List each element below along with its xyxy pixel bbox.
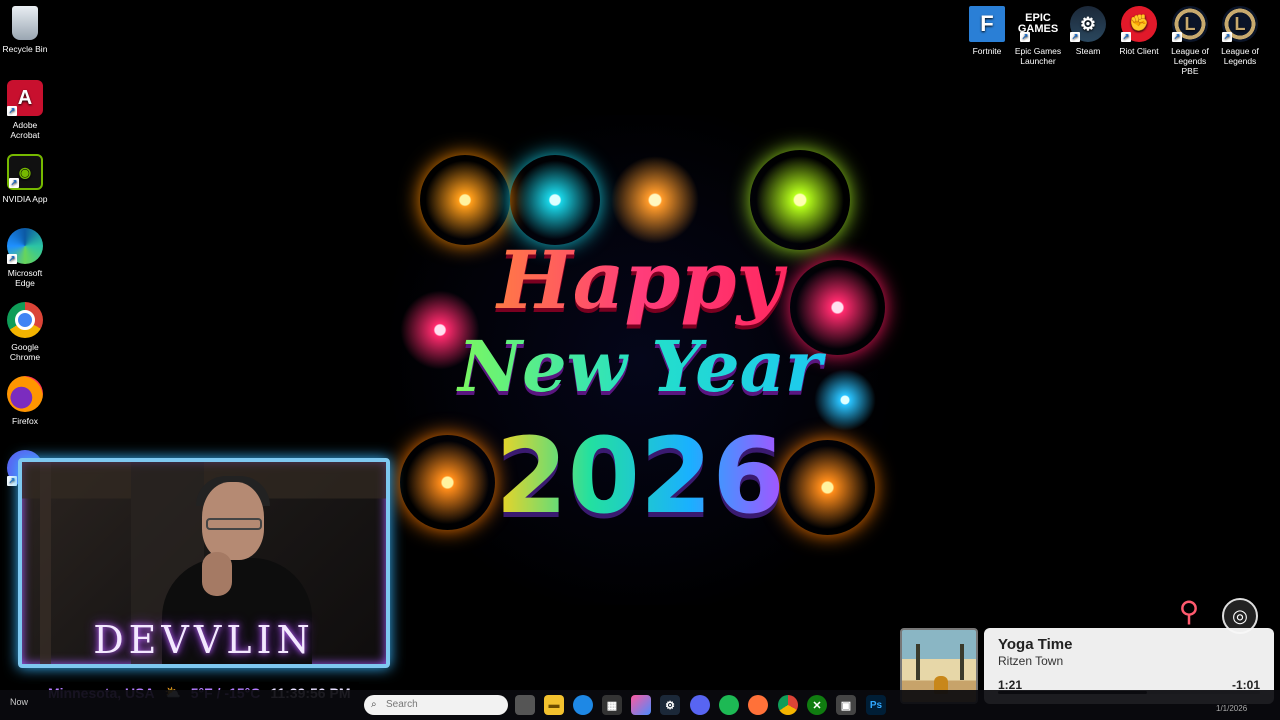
store-icon[interactable]: ▦ <box>602 695 622 715</box>
desktop-icon-label: League of Legends <box>1221 46 1259 66</box>
desktop-icon-riot-client[interactable]: ✊ ↗ Riot Client <box>1114 6 1164 56</box>
palm-tree <box>916 644 920 680</box>
shortcut-arrow-icon: ↗ <box>1222 32 1232 42</box>
shortcut-arrow-icon: ↗ <box>7 254 17 264</box>
desktop-icon-label: Epic Games Launcher <box>1014 46 1062 66</box>
streamer-name: DEVVLIN <box>93 618 315 662</box>
wallpaper-text-new-year: New Year <box>390 325 890 408</box>
taskbar-search-box[interactable]: ⌕ Search <box>364 695 508 715</box>
riot-fist-icon: ✊ ↗ <box>1121 6 1157 42</box>
firework-burst <box>420 155 510 245</box>
firefox-taskbar-icon[interactable] <box>748 695 768 715</box>
desktop-icon-epic-games-launcher[interactable]: EPIC GAMES ↗ Epic Games Launcher <box>1013 6 1063 66</box>
desktop-icon-league-of-legends-pbe[interactable]: L ↗ League of Legends PBE <box>1165 6 1215 76</box>
track-title: Yoga Time <box>998 636 1073 653</box>
wallpaper-artwork: Happy New Year 2026 <box>390 115 890 605</box>
search-placeholder: Search <box>386 699 418 710</box>
desktop-icon-recycle-bin[interactable]: Recycle Bin <box>0 6 50 54</box>
fortnite-icon: F <box>969 6 1005 42</box>
firefox-icon <box>7 376 43 412</box>
spotify-icon[interactable] <box>719 695 739 715</box>
desktop-icon-label: Firefox <box>12 416 38 426</box>
discord-taskbar-icon[interactable] <box>690 695 710 715</box>
wallpaper-text-year: 2026 <box>390 415 890 537</box>
taskbar-start-label[interactable]: Now <box>10 697 28 707</box>
desktop-icon-label: League of Legends PBE <box>1171 46 1209 76</box>
photoshop-icon[interactable]: Ps <box>866 695 886 715</box>
league-of-legends-icon: L ↗ <box>1172 6 1208 42</box>
shortcut-arrow-icon: ↗ <box>1070 32 1080 42</box>
person-glasses <box>206 518 262 530</box>
desktop-icon-fortnite[interactable]: F Fortnite <box>962 6 1012 56</box>
xbox-icon[interactable]: ✕ <box>807 695 827 715</box>
shortcut-arrow-icon: ↗ <box>1121 32 1131 42</box>
desktop-icon-league-of-legends[interactable]: L ↗ League of Legends <box>1215 6 1265 66</box>
edge-icon: ↗ <box>7 228 43 264</box>
league-of-legends-icon: L ↗ <box>1222 6 1258 42</box>
desktop-icon-google-chrome[interactable]: Google Chrome <box>0 302 50 362</box>
desktop-icon-adobe-acrobat[interactable]: A ↗ Adobe Acrobat <box>0 80 50 140</box>
file-explorer-icon[interactable]: ▬ <box>544 695 564 715</box>
wallpaper-text-happy: Happy <box>390 233 890 327</box>
desktop-icon-label: NVIDIA App <box>2 194 48 204</box>
palm-tree <box>960 644 964 680</box>
shortcut-arrow-icon: ↗ <box>7 106 17 116</box>
shortcut-arrow-icon: ↗ <box>7 476 17 486</box>
desktop-icon-steam[interactable]: ⚙ ↗ Steam <box>1063 6 1113 56</box>
webcam-overlay: DEVVLIN <box>18 458 390 668</box>
location-pin-icon[interactable]: ⚲ <box>1176 596 1202 628</box>
recycle-bin-icon <box>12 6 38 40</box>
desktop-icon-label: Microsoft Edge <box>7 268 43 288</box>
track-artist: Ritzen Town <box>998 654 1064 668</box>
copilot-icon[interactable] <box>631 695 651 715</box>
person-hand <box>202 552 232 596</box>
desktop-icon-label: Steam <box>1075 46 1101 56</box>
desktop: Recycle Bin A ↗ Adobe Acrobat ◉ ↗ NVIDIA A… <box>0 0 1280 720</box>
chrome-icon <box>7 302 43 338</box>
search-icon: ⌕ <box>371 699 377 710</box>
shortcut-arrow-icon: ↗ <box>9 178 19 188</box>
desktop-icon-label: Fortnite <box>972 46 1002 56</box>
desktop-icon-label: Riot Client <box>1119 46 1159 56</box>
taskbar-date: 1/1/2026 <box>1216 704 1248 713</box>
desktop-icon-label: Google Chrome <box>9 342 41 362</box>
chrome-taskbar-icon[interactable] <box>778 695 798 715</box>
shortcut-arrow-icon: ↗ <box>1172 32 1182 42</box>
firework-burst <box>510 155 600 245</box>
desktop-icon-microsoft-edge[interactable]: ↗ Microsoft Edge <box>0 228 50 288</box>
nvidia-icon: ◉ ↗ <box>7 154 43 190</box>
edge-taskbar-icon[interactable] <box>573 695 593 715</box>
desktop-icon-firefox[interactable]: Firefox <box>0 376 50 426</box>
acrobat-icon: A ↗ <box>7 80 43 116</box>
steam-icon: ⚙ ↗ <box>1070 6 1106 42</box>
steam-taskbar-icon[interactable]: ⚙ <box>660 695 680 715</box>
shortcut-arrow-icon: ↗ <box>1020 32 1030 42</box>
desktop-icon-label: Adobe Acrobat <box>10 120 40 140</box>
epic-games-icon: EPIC GAMES ↗ <box>1018 6 1058 42</box>
app-window-icon[interactable]: ▣ <box>836 695 856 715</box>
desktop-icon-nvidia-app[interactable]: ◉ ↗ NVIDIA App <box>0 154 50 204</box>
desktop-icon-label: Recycle Bin <box>2 44 48 54</box>
task-view-icon[interactable] <box>515 695 535 715</box>
